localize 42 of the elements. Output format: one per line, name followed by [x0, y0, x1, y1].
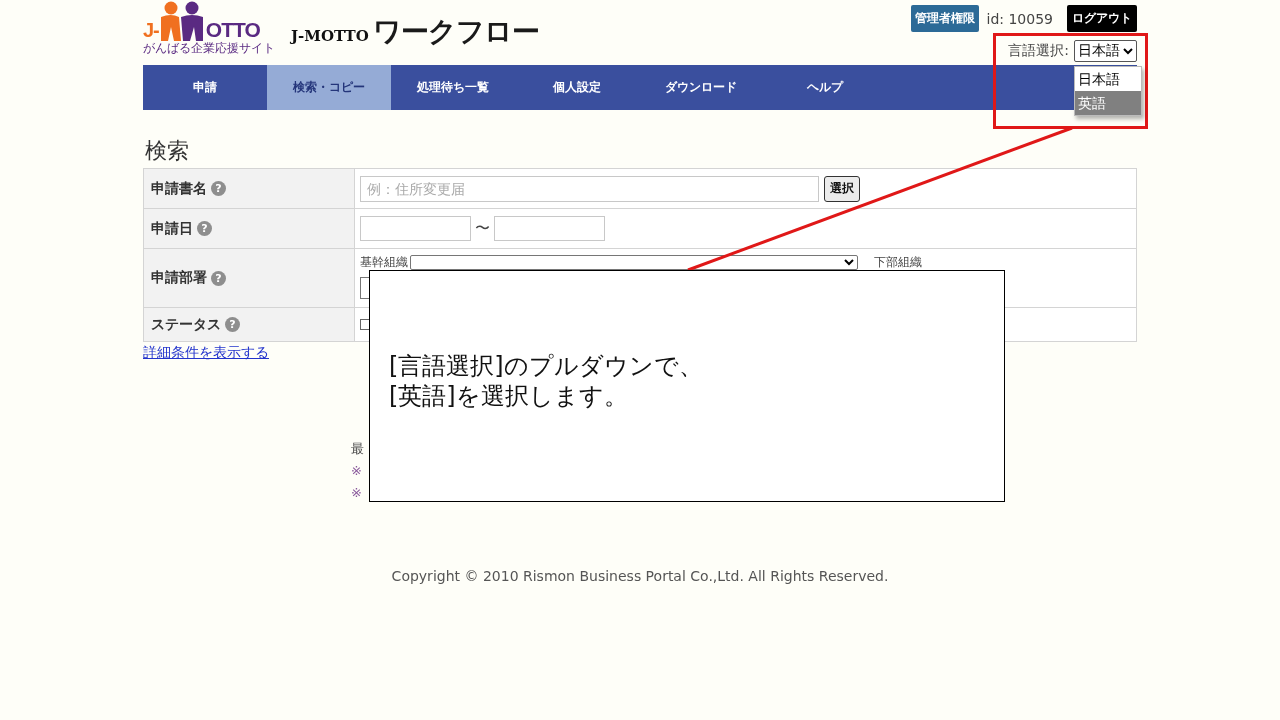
note-text: 最: [351, 440, 365, 458]
language-label: 言語選択:: [1008, 42, 1069, 60]
field-label: ステータス: [151, 315, 221, 334]
field-label: 申請部署: [151, 269, 207, 287]
people-logo-icon: [158, 1, 205, 41]
main-org-label: 基幹組織: [360, 254, 408, 270]
show-details-link[interactable]: 詳細条件を表示する: [143, 344, 269, 362]
nav-tab[interactable]: 個人設定: [515, 65, 639, 110]
logo-tagline: がんばる企業応援サイト: [143, 41, 275, 55]
copyright-text: Copyright © 2010 Rismon Business Portal Co.,Ltd. All Rights Reserved.: [391, 568, 889, 584]
chevron-down-icon: [1123, 47, 1133, 55]
note-text: ※: [351, 462, 363, 480]
nav-tab[interactable]: 処理待ち一覧: [391, 65, 515, 110]
note-text: ※: [351, 484, 363, 502]
date-to-input[interactable]: [494, 216, 605, 241]
language-option[interactable]: 英語: [1075, 91, 1141, 115]
field-label: 申請書名: [151, 179, 207, 198]
logout-button[interactable]: ログアウト: [1067, 5, 1137, 32]
status-checkbox[interactable]: [360, 319, 370, 330]
user-id-text: id: 10059: [986, 10, 1053, 27]
logo-text: J-: [143, 19, 159, 41]
sub-org-label: 下部組織: [874, 254, 922, 270]
callout-text: [言語選択]のプルダウンで、 [英語]を選択します。: [389, 351, 704, 411]
nav-tab[interactable]: 申請: [143, 65, 267, 110]
nav-tab[interactable]: ダウンロード: [639, 65, 763, 110]
app-title: ワークフロー: [372, 14, 539, 50]
select-field[interactable]: [360, 277, 369, 299]
date-from-input[interactable]: [360, 216, 471, 241]
logo-text: OTTO: [205, 19, 260, 41]
field-label: 申請日: [151, 219, 193, 238]
app-title-brand: J-MOTTO: [291, 27, 369, 45]
form-name-input[interactable]: 例：住所変更届: [360, 175, 819, 202]
nav-tab[interactable]: 検索・コピー: [267, 65, 391, 110]
main-org-select[interactable]: [410, 254, 858, 270]
language-option[interactable]: 日本語: [1075, 67, 1141, 91]
chevron-down-icon: [844, 258, 854, 266]
admin-role-badge: 管理者権限: [910, 5, 979, 32]
language-select[interactable]: 日本語: [1074, 40, 1137, 62]
nav-tab[interactable]: ヘルプ: [763, 65, 887, 110]
range-separator: 〜: [475, 219, 490, 238]
page-heading: 検索: [145, 137, 190, 165]
select-button[interactable]: 選択: [824, 175, 860, 202]
